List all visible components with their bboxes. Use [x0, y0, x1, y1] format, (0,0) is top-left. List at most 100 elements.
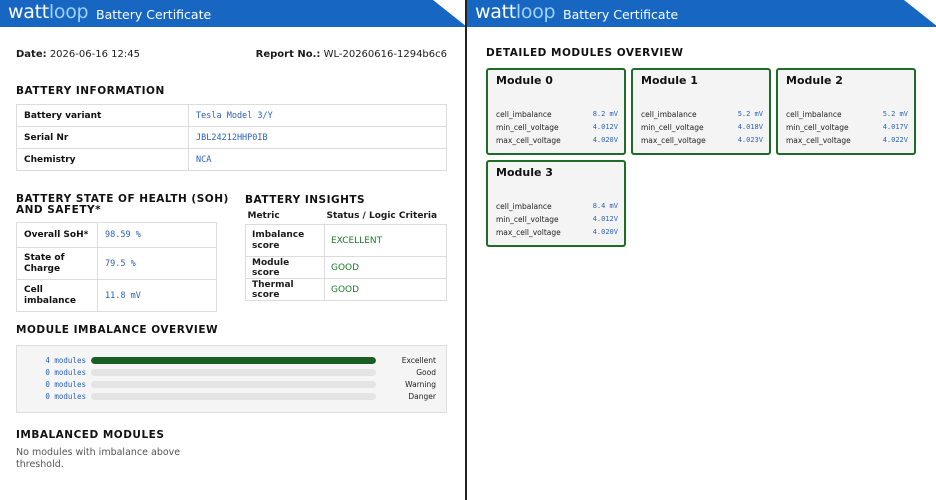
- overall-soh-value: 98.59 %: [97, 222, 217, 248]
- table-row: Serial Nr JBL24212HHP0IB: [16, 126, 447, 149]
- module-metric-row: cell_imbalance 5.2 mV: [641, 110, 763, 122]
- metric-label: max_cell_voltage: [641, 136, 706, 145]
- module-title: Module 3: [496, 166, 553, 179]
- metric-label: cell_imbalance: [496, 110, 552, 119]
- imbalance-category-label: Warning: [405, 380, 436, 389]
- metric-label: cell_imbalance: [786, 110, 842, 119]
- imbalance-bar-track: [91, 357, 376, 364]
- report-number: Report No.: WL-20260616-1294b6c6: [255, 49, 447, 60]
- module-card-3: Module 3 cell_imbalance 8.4 mV min_cell_v…: [486, 160, 626, 247]
- table-row: Cell imbalance 11.8 mV: [16, 279, 217, 312]
- metric-label: max_cell_voltage: [496, 136, 561, 145]
- module-imbalance-overview-title: MODULE IMBALANCE OVERVIEW: [16, 324, 219, 336]
- info-label: Chemistry: [16, 148, 189, 171]
- module-metric-row: min_cell_voltage 4.012V: [496, 215, 618, 227]
- battery-insights-title: BATTERY INSIGHTS: [245, 194, 366, 206]
- imbalance-bar-fill: [91, 357, 376, 364]
- metric-label: min_cell_voltage: [641, 123, 704, 132]
- table-row: Overall SoH* 98.59 %: [16, 222, 217, 248]
- imbalance-row-good: 0 modules Good: [17, 367, 448, 379]
- metric-value: 4.017V: [882, 123, 908, 131]
- wattloop-logo: wattloop: [8, 1, 89, 23]
- certificate-page-1: wattloop Battery Certificate Date: 2026-…: [0, 0, 465, 500]
- page-header: wattloop Battery Certificate: [0, 0, 465, 27]
- insight-label: Module score: [245, 256, 325, 279]
- metric-label: max_cell_voltage: [496, 228, 561, 237]
- soh-label: Cell imbalance: [16, 279, 98, 312]
- serial-number-value: JBL24212HHP0IB: [188, 126, 447, 149]
- metric-label: min_cell_voltage: [496, 123, 559, 132]
- imbalance-bar-track: [91, 381, 376, 388]
- column-header-metric: Metric: [247, 211, 280, 221]
- imbalance-bar-track: [91, 393, 376, 400]
- imbalance-category-label: Excellent: [401, 356, 436, 365]
- imbalance-bar-track: [91, 369, 376, 376]
- imbalance-row-excellent: 4 modules Excellent: [17, 355, 448, 367]
- metric-label: cell_imbalance: [641, 110, 697, 119]
- module-card-2: Module 2 cell_imbalance 5.2 mV min_cell_v…: [776, 68, 916, 155]
- module-metric-row: max_cell_voltage 4.020V: [496, 136, 618, 148]
- metric-value: 4.022V: [882, 136, 908, 144]
- report-date: Date: 2026-06-16 12:45: [16, 49, 140, 60]
- imbalance-count: 0 modules: [45, 368, 86, 377]
- module-metric-row: cell_imbalance 5.2 mV: [786, 110, 908, 122]
- module-metric-row: min_cell_voltage 4.017V: [786, 123, 908, 135]
- imbalance-score-value: EXCELLENT: [324, 224, 447, 257]
- detailed-modules-overview-title: DETAILED MODULES OVERVIEW: [486, 47, 684, 59]
- module-metric-row: max_cell_voltage 4.020V: [496, 228, 618, 240]
- module-metric-row: cell_imbalance 8.4 mV: [496, 202, 618, 214]
- metric-value: 8.2 mV: [592, 110, 618, 118]
- table-header-row: Metric Status / Logic Criteria: [246, 211, 447, 225]
- soh-title: BATTERY STATE OF HEALTH (SOH) AND SAFETY*: [16, 193, 229, 216]
- module-metric-row: min_cell_voltage 4.018V: [641, 123, 763, 135]
- header-title: Battery Certificate: [96, 7, 212, 22]
- insight-label: Thermal score: [245, 278, 325, 301]
- module-imbalance-overview: 4 modules Excellent 0 modules Good 0 mod…: [16, 345, 447, 413]
- soh-label: State of Charge: [16, 247, 98, 280]
- battery-information-table: Battery variant Tesla Model 3/Y Serial N…: [16, 104, 447, 171]
- module-metric-row: cell_imbalance 8.2 mV: [496, 110, 618, 122]
- header-corner-decoration: [904, 0, 936, 27]
- imbalance-count: 0 modules: [45, 380, 86, 389]
- module-title: Module 1: [641, 74, 698, 87]
- imbalance-category-label: Danger: [408, 392, 436, 401]
- column-header-status: Status / Logic Criteria: [326, 211, 438, 221]
- table-row: Module score GOOD: [245, 256, 447, 279]
- metric-value: 4.012V: [592, 215, 618, 223]
- metric-value: 5.2 mV: [737, 110, 763, 118]
- battery-variant-value: Tesla Model 3/Y: [188, 104, 447, 127]
- module-metric-row: max_cell_voltage 4.023V: [641, 136, 763, 148]
- soh-table: Overall SoH* 98.59 % State of Charge 79.5…: [16, 222, 217, 312]
- state-of-charge-value: 79.5 %: [97, 247, 217, 280]
- info-label: Serial Nr: [16, 126, 189, 149]
- imbalance-count: 4 modules: [45, 356, 86, 365]
- table-row: Thermal score GOOD: [245, 278, 447, 301]
- metric-label: min_cell_voltage: [786, 123, 849, 132]
- table-row: Chemistry NCA: [16, 148, 447, 171]
- insight-label: Imbalance score: [245, 224, 325, 257]
- battery-insights-table: Metric Status / Logic Criteria Imbalance…: [245, 211, 447, 301]
- table-row: Imbalance score EXCELLENT: [245, 224, 447, 257]
- module-card-1: Module 1 cell_imbalance 5.2 mV min_cell_v…: [631, 68, 771, 155]
- module-title: Module 0: [496, 74, 553, 87]
- header-corner-decoration: [433, 0, 465, 27]
- page-header: wattloop Battery Certificate: [467, 0, 936, 27]
- chemistry-value: NCA: [188, 148, 447, 171]
- soh-label: Overall SoH*: [16, 222, 98, 248]
- imbalance-row-danger: 0 modules Danger: [17, 391, 448, 403]
- imbalance-category-label: Good: [416, 368, 436, 377]
- module-score-value: GOOD: [324, 256, 447, 279]
- imbalance-row-warning: 0 modules Warning: [17, 379, 448, 391]
- metric-value: 4.023V: [737, 136, 763, 144]
- imbalanced-modules-note: No modules with imbalance above threshol…: [16, 447, 181, 470]
- module-metric-row: min_cell_voltage 4.012V: [496, 123, 618, 135]
- module-metric-row: max_cell_voltage 4.022V: [786, 136, 908, 148]
- table-row: Battery variant Tesla Model 3/Y: [16, 104, 447, 127]
- metric-value: 4.020V: [592, 136, 618, 144]
- cell-imbalance-value: 11.8 mV: [97, 279, 217, 312]
- battery-information-title: BATTERY INFORMATION: [16, 85, 165, 97]
- imbalanced-modules-title: IMBALANCED MODULES: [16, 429, 165, 441]
- imbalance-count: 0 modules: [45, 392, 86, 401]
- header-title: Battery Certificate: [563, 7, 679, 22]
- thermal-score-value: GOOD: [324, 278, 447, 301]
